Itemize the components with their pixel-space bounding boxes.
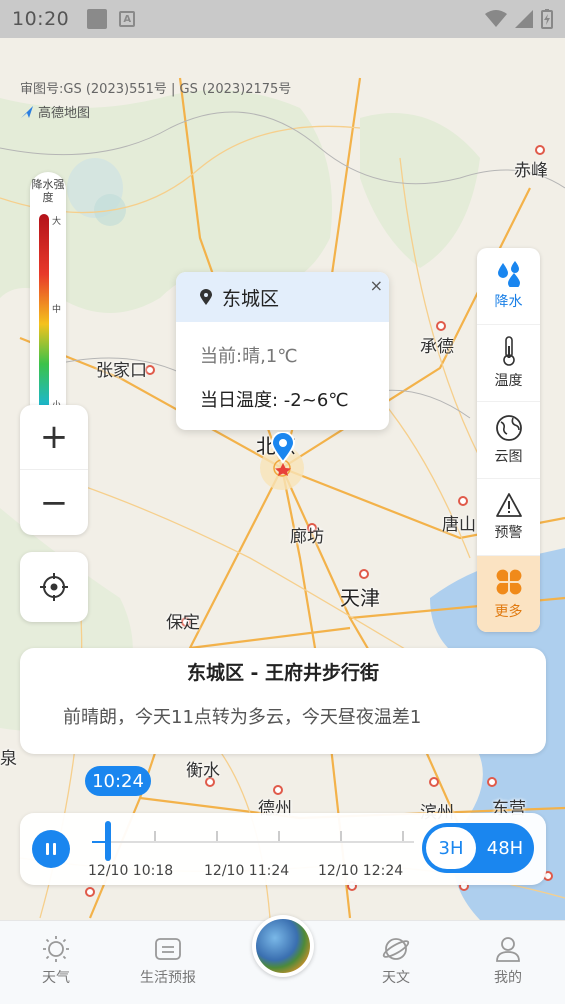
person-icon xyxy=(496,937,520,962)
city-label-hengshui: 衡水 xyxy=(186,761,220,781)
layer-precipitation-button[interactable]: 降水 xyxy=(477,248,540,325)
timeline-panel: 12/10 10:18 12/10 11:24 12/10 12:24 3H 4… xyxy=(20,813,546,885)
timeline-label-end: 12/10 12:24 xyxy=(318,863,404,879)
timeline-tick xyxy=(402,831,404,841)
folder-icon xyxy=(155,938,181,960)
timeline-track[interactable] xyxy=(92,841,414,843)
sun-icon xyxy=(43,936,69,962)
signal-icon xyxy=(515,10,533,28)
popup-temp-range: 当日温度: -2~6℃ xyxy=(200,390,349,411)
city-label-tangshan: 唐山 xyxy=(442,515,476,535)
more-icon xyxy=(496,569,521,595)
timeline-tick xyxy=(278,831,280,841)
location-popup[interactable]: 东城区 × 当前:晴,1℃ 当日温度: -2~6℃ xyxy=(176,272,389,430)
layer-more-label: 更多 xyxy=(494,604,523,620)
keyboard-a-icon: A xyxy=(119,11,136,27)
map-provider-logo: 高德地图 xyxy=(20,102,90,121)
timeline-label-mid: 12/10 11:24 xyxy=(204,863,290,879)
timeline-tick xyxy=(154,831,156,841)
earth-icon xyxy=(256,919,310,973)
range-3h-button[interactable]: 3H xyxy=(426,827,476,869)
layer-cloud-label: 云图 xyxy=(494,449,523,465)
card-summary: 前晴朗，今天11点转为多云，今天昼夜温差1 xyxy=(63,707,422,728)
timeline-label-start: 12/10 10:18 xyxy=(88,863,174,879)
city-label-baoding: 保定 xyxy=(166,613,200,633)
layer-menu: 降水 温度 云图 预警 更多 xyxy=(477,248,540,632)
nav-profile-label: 我的 xyxy=(494,970,522,986)
map-copyright: 审图号:GS (2023)551号 | GS (2023)2175号 xyxy=(20,82,292,97)
map-provider-name: 高德地图 xyxy=(38,106,91,121)
nav-earth-button[interactable] xyxy=(252,915,314,977)
amap-logo-icon xyxy=(21,105,33,118)
legend-color-bar xyxy=(39,214,49,414)
nav-astronomy-label: 天文 xyxy=(382,970,410,986)
legend-title: 降水强度 xyxy=(31,178,65,204)
zoom-controls: + − xyxy=(20,405,88,535)
popup-close-button[interactable]: × xyxy=(370,276,383,295)
range-toggle: 3H 48H xyxy=(422,823,534,873)
city-label-chengde: 承德 xyxy=(420,337,454,357)
nav-life-forecast-label: 生活预报 xyxy=(140,970,196,986)
wifi-icon xyxy=(485,10,507,27)
pause-icon xyxy=(46,843,56,855)
precipitation-legend: 降水强度 大 中 小 xyxy=(30,172,66,422)
layer-cloud-button[interactable]: 云图 xyxy=(477,402,540,479)
pause-button[interactable] xyxy=(32,830,70,868)
location-marker-icon xyxy=(270,432,296,476)
status-bar: 10:20 A xyxy=(0,0,565,38)
legend-mid-label: 中 xyxy=(52,305,62,315)
rain-drops-icon xyxy=(497,261,520,287)
globe-icon xyxy=(495,415,522,441)
nav-astronomy[interactable]: 天文 xyxy=(356,935,436,987)
city-label-partial: 泉 xyxy=(0,749,17,769)
crosshair-icon xyxy=(40,573,68,601)
nav-profile[interactable]: 我的 xyxy=(468,935,548,987)
layer-precipitation-label: 降水 xyxy=(494,294,523,310)
popup-header: 东城区 xyxy=(176,272,389,322)
range-48h-button[interactable]: 48H xyxy=(480,827,530,869)
layer-warning-button[interactable]: 预警 xyxy=(477,479,540,556)
legend-high-label: 大 xyxy=(52,217,62,227)
city-label-chifeng: 赤峰 xyxy=(514,161,548,181)
locate-button[interactable] xyxy=(20,552,88,622)
warning-icon xyxy=(495,493,522,517)
layer-temperature-button[interactable]: 温度 xyxy=(477,325,540,402)
nav-weather[interactable]: 天气 xyxy=(16,935,96,987)
city-label-zhangjiakou: 张家口 xyxy=(96,361,147,381)
layer-temperature-label: 温度 xyxy=(494,373,523,389)
card-title: 东城区 - 王府井步行街 xyxy=(186,662,380,684)
notification-icon xyxy=(87,9,108,29)
layer-warning-label: 预警 xyxy=(494,525,523,541)
zoom-in-button[interactable]: + xyxy=(20,405,88,470)
status-time: 10:20 xyxy=(12,8,70,30)
location-pin-icon xyxy=(200,289,212,305)
popup-current-weather: 当前:晴,1℃ xyxy=(200,346,298,367)
zoom-out-button[interactable]: − xyxy=(20,470,88,535)
thermometer-icon xyxy=(502,336,515,366)
location-summary-card[interactable]: 东城区 - 王府井步行街 前晴朗，今天11点转为多云，今天昼夜温差1 xyxy=(20,648,546,754)
popup-location-name: 东城区 xyxy=(222,287,280,310)
timeline-current-time: 10:24 xyxy=(85,766,151,796)
bottom-navigation: 天气 生活预报 天文 我的 xyxy=(0,915,565,1004)
nav-weather-label: 天气 xyxy=(42,970,70,986)
city-label-tianjin: 天津 xyxy=(340,586,380,610)
nav-life-forecast[interactable]: 生活预报 xyxy=(128,935,208,987)
timeline-tick xyxy=(340,831,342,841)
timeline-tick xyxy=(216,831,218,841)
layer-more-button[interactable]: 更多 xyxy=(477,556,540,632)
weather-map[interactable]: 审图号:GS (2023)551号 | GS (2023)2175号 高德地图 … xyxy=(0,38,565,920)
planet-icon xyxy=(382,938,410,960)
city-label-langfang: 廊坊 xyxy=(290,527,324,547)
battery-icon xyxy=(541,9,553,29)
timeline-slider-thumb[interactable] xyxy=(105,821,112,861)
